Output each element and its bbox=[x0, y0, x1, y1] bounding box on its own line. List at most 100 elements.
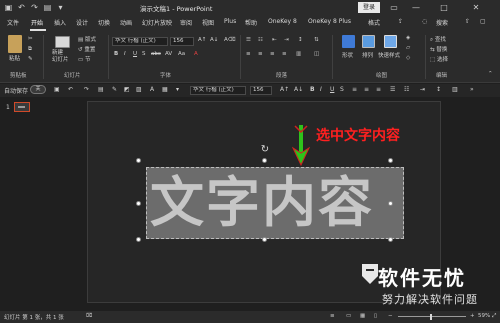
select-button[interactable]: ⬚ 选择 bbox=[430, 55, 448, 63]
resize-handle[interactable] bbox=[136, 201, 141, 206]
tab-onekey8[interactable]: OneKey 8 bbox=[268, 18, 297, 25]
undo-icon[interactable]: ↶ bbox=[68, 86, 73, 93]
comment-icon[interactable]: ▢ bbox=[480, 18, 486, 25]
underline-icon[interactable]: U bbox=[330, 86, 334, 93]
line-spacing-icon[interactable]: ↕ bbox=[436, 86, 441, 93]
format-painter-icon[interactable]: ✎ bbox=[112, 86, 117, 93]
layout-button[interactable]: ▤ 版式 bbox=[78, 35, 96, 43]
resize-handle[interactable] bbox=[136, 237, 141, 242]
shape-effects-icon[interactable]: ◇ bbox=[406, 55, 410, 61]
align-center-icon[interactable]: ≡ bbox=[364, 86, 369, 93]
section-button[interactable]: ▭ 节 bbox=[78, 55, 90, 63]
tab-design[interactable]: 设计 bbox=[76, 18, 88, 27]
collapse-ribbon-icon[interactable]: ⌃ bbox=[488, 71, 493, 77]
tab-plus[interactable]: Plus bbox=[224, 18, 236, 25]
font-color-icon[interactable]: A bbox=[194, 51, 198, 57]
line-spacing-icon[interactable]: ↕ bbox=[298, 37, 303, 43]
resize-handle[interactable] bbox=[388, 237, 393, 242]
text-box-icon[interactable]: A bbox=[150, 86, 154, 93]
italic-icon[interactable]: I bbox=[320, 86, 322, 93]
new-slide-icon[interactable] bbox=[55, 36, 70, 48]
justify-icon[interactable]: ≡ bbox=[282, 51, 287, 57]
italic-icon[interactable]: I bbox=[124, 51, 126, 57]
tab-file[interactable]: 文件 bbox=[7, 18, 19, 27]
strikethrough-icon[interactable]: abc bbox=[151, 51, 161, 57]
tab-format[interactable]: 格式 bbox=[368, 18, 380, 27]
align-center-icon[interactable]: ≡ bbox=[258, 51, 263, 57]
char-spacing-icon[interactable]: AV bbox=[165, 51, 172, 57]
clear-format-icon[interactable]: A⌫ bbox=[224, 37, 236, 43]
shape-outline-icon[interactable]: ▱ bbox=[406, 45, 410, 51]
zoom-in-icon[interactable]: + bbox=[470, 313, 475, 319]
fit-slide-icon[interactable]: ⤢ bbox=[492, 313, 496, 320]
toolbar-font-size-select[interactable]: 156 bbox=[250, 86, 272, 95]
indent-icon[interactable]: ⇥ bbox=[420, 86, 425, 93]
format-painter-icon[interactable]: ✎ bbox=[28, 56, 33, 62]
text-direction-icon[interactable]: ⇅ bbox=[314, 37, 319, 43]
resize-handle[interactable] bbox=[136, 158, 141, 163]
zoom-level[interactable]: 59% bbox=[478, 313, 490, 319]
paste-icon[interactable] bbox=[8, 35, 22, 53]
notes-icon[interactable]: ≡ bbox=[330, 313, 335, 319]
bold-icon[interactable]: B bbox=[114, 51, 118, 57]
more-icon[interactable]: ▾ bbox=[176, 86, 179, 93]
font-shrink-icon[interactable]: A↓ bbox=[294, 86, 303, 93]
ribbon-display-icon[interactable]: ▭ bbox=[388, 2, 400, 14]
autosave-toggle[interactable]: 关 bbox=[30, 85, 46, 94]
presentation-icon[interactable]: ▤ bbox=[98, 86, 104, 93]
start-slideshow-icon[interactable]: ▤ bbox=[43, 3, 52, 12]
shadow-icon[interactable]: S bbox=[340, 86, 344, 93]
tab-transitions[interactable]: 切换 bbox=[98, 18, 110, 27]
replace-button[interactable]: ⇆ 替换 bbox=[430, 45, 447, 53]
columns-icon[interactable]: ▥ bbox=[452, 86, 458, 93]
cut-icon[interactable]: ✂ bbox=[28, 36, 33, 42]
slide-thumbnail[interactable] bbox=[14, 102, 30, 112]
align-right-icon[interactable]: ≡ bbox=[376, 86, 381, 93]
tab-review[interactable]: 审阅 bbox=[180, 18, 192, 27]
quick-style-icon[interactable] bbox=[384, 35, 397, 48]
tab-animations[interactable]: 动画 bbox=[120, 18, 132, 27]
bold-icon[interactable]: B bbox=[310, 86, 315, 93]
shapes-icon[interactable]: ◩ bbox=[124, 86, 130, 93]
numbering-icon[interactable]: ☷ bbox=[404, 86, 409, 93]
font-shrink-icon[interactable]: A↓ bbox=[210, 37, 218, 43]
font-grow-icon[interactable]: A↑ bbox=[280, 86, 289, 93]
tab-insert[interactable]: 插入 bbox=[54, 18, 66, 27]
convert-smartart-icon[interactable]: ◫ bbox=[314, 51, 319, 57]
slide-text[interactable]: 文字内容 bbox=[150, 170, 402, 236]
rotate-handle-icon[interactable]: ↻ bbox=[259, 144, 271, 156]
zoom-out-icon[interactable]: − bbox=[388, 313, 393, 319]
toolbar-font-name-select[interactable]: 华文 行楷 (正文) bbox=[190, 86, 246, 95]
shape-fill-icon[interactable]: ◈ bbox=[406, 35, 410, 41]
columns-icon[interactable]: ▥ bbox=[296, 51, 301, 57]
align-right-icon[interactable]: ≡ bbox=[270, 51, 275, 57]
bullets-icon[interactable]: ☰ bbox=[390, 86, 395, 93]
underline-icon[interactable]: U bbox=[133, 51, 137, 57]
spell-check-icon[interactable]: ⌧ bbox=[86, 313, 92, 319]
shape-icon[interactable] bbox=[342, 35, 355, 48]
close-button[interactable]: ✕ bbox=[470, 2, 482, 14]
tab-help[interactable]: 帮助 bbox=[245, 18, 257, 27]
normal-view-icon[interactable]: ▭ bbox=[346, 313, 351, 319]
login-button[interactable]: 登录 bbox=[358, 2, 380, 13]
zoom-slider[interactable] bbox=[398, 316, 466, 317]
share-button-icon[interactable]: ⇧ bbox=[465, 18, 470, 25]
bullets-icon[interactable]: ☰ bbox=[246, 37, 251, 43]
selected-text-box[interactable]: 文字内容 bbox=[146, 167, 404, 239]
tab-view[interactable]: 视图 bbox=[202, 18, 214, 27]
reading-view-icon[interactable]: ▯ bbox=[374, 313, 377, 319]
resize-handle[interactable] bbox=[262, 158, 267, 163]
table-icon[interactable]: ▦ bbox=[162, 86, 168, 93]
font-name-select[interactable]: 华文 行楷 (正文) bbox=[112, 37, 168, 46]
tab-onekey8plus[interactable]: OneKey 8 Plus bbox=[308, 18, 351, 25]
tab-home[interactable]: 开始 bbox=[31, 18, 43, 27]
redo-icon[interactable]: ↷ bbox=[84, 86, 89, 93]
align-left-icon[interactable]: ≡ bbox=[352, 86, 357, 93]
maximize-button[interactable]: □ bbox=[438, 2, 450, 14]
reset-button[interactable]: ↺ 重置 bbox=[78, 45, 95, 53]
zoom-slider-thumb[interactable] bbox=[430, 314, 432, 320]
font-size-select[interactable]: 156 bbox=[170, 37, 194, 46]
resize-handle[interactable] bbox=[388, 201, 393, 206]
resize-handle[interactable] bbox=[388, 158, 393, 163]
search-tab[interactable]: 搜索 bbox=[436, 18, 448, 27]
